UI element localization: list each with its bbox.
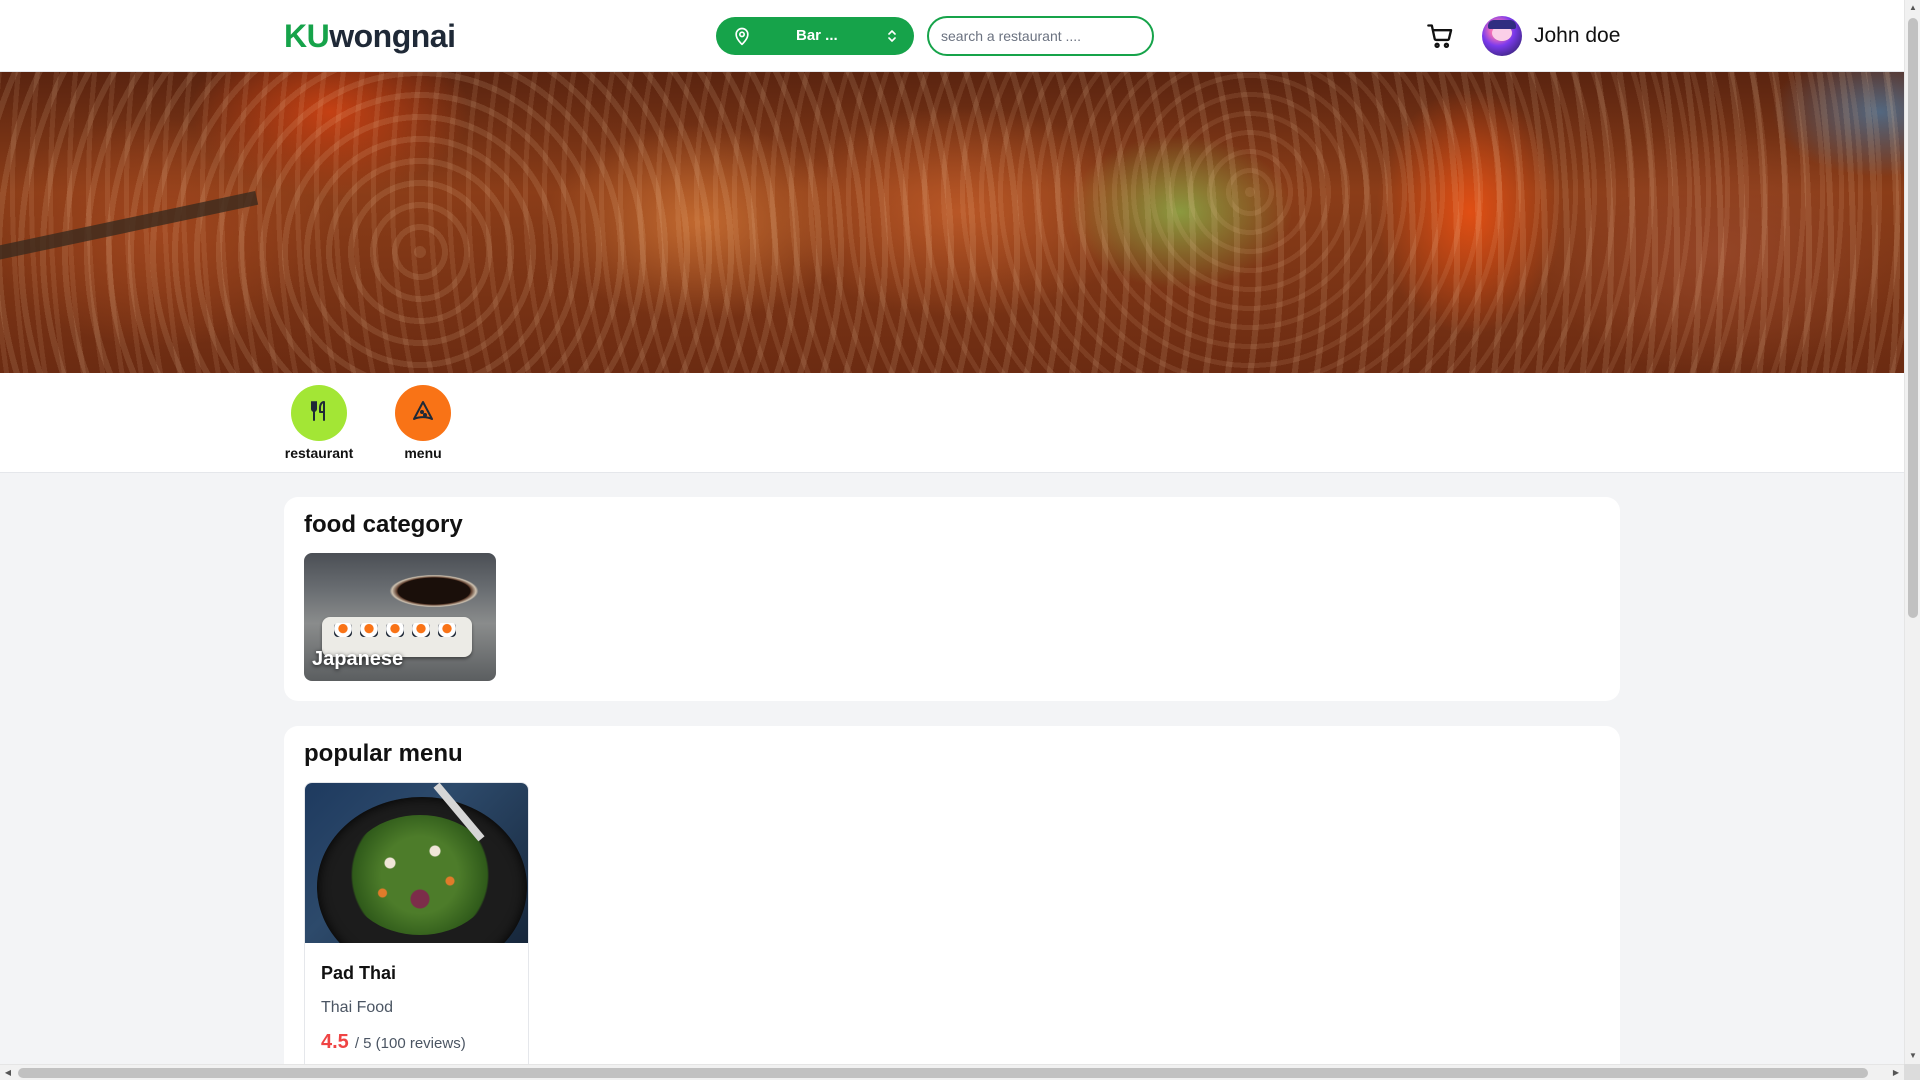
logo-accent: KU — [284, 18, 330, 54]
hero-banner — [0, 72, 1904, 373]
search-input[interactable] — [927, 16, 1154, 56]
horizontal-scrollbar[interactable]: ◀ ▶ — [0, 1064, 1904, 1080]
scrollbar-corner — [1904, 1064, 1920, 1080]
menu-type: Thai Food — [321, 999, 394, 1016]
scroll-left-icon[interactable]: ◀ — [3, 1068, 13, 1078]
scroll-down-icon[interactable]: ▼ — [1908, 1051, 1918, 1061]
logo[interactable]: KUwongnai — [284, 18, 456, 55]
section-title: food category — [304, 511, 463, 538]
category-tile-japanese[interactable]: Japanese — [304, 553, 496, 681]
category-name: Japanese — [312, 648, 404, 670]
section-title: popular menu — [304, 740, 463, 767]
category-image-sushi — [412, 623, 430, 637]
vertical-scrollbar[interactable]: ▲ ▼ — [1904, 0, 1920, 1064]
menu-name: Pad Thai — [321, 963, 397, 983]
vertical-scroll-thumb[interactable] — [1908, 18, 1918, 618]
shortcut-restaurant[interactable]: restaurant — [279, 385, 359, 461]
horizontal-scroll-thumb[interactable] — [18, 1068, 1868, 1078]
rating-score: 4.5 — [321, 1031, 349, 1053]
cart-icon[interactable] — [1426, 22, 1454, 50]
top-navbar: KUwongnai Bar ... John doe — [0, 0, 1904, 72]
shortcut-menu[interactable]: menu — [383, 385, 463, 461]
shortcut-restaurant-circle — [291, 385, 347, 441]
location-pin-icon — [732, 26, 752, 50]
location-select[interactable]: Bar ... — [716, 17, 914, 55]
scroll-up-icon[interactable]: ▲ — [1908, 3, 1918, 13]
hero-texture — [0, 72, 1904, 373]
chevron-updown-icon — [886, 28, 898, 48]
menu-card[interactable]: Pad Thai Thai Food 4.5 / 5 (100 reviews) — [304, 782, 529, 1080]
category-image-sushi — [386, 623, 404, 637]
category-image-sushi — [438, 623, 456, 637]
scroll-right-icon[interactable]: ▶ — [1891, 1068, 1901, 1078]
pizza-slice-icon — [411, 399, 435, 428]
rating-suffix: / 5 (100 reviews) — [354, 1035, 466, 1052]
shortcut-menu-circle — [395, 385, 451, 441]
avatar[interactable] — [1482, 16, 1522, 56]
logo-text: wongnai — [329, 18, 456, 54]
food-category-section: food category Japanese — [284, 497, 1620, 701]
shortcut-bar: restaurant menu — [0, 373, 1904, 473]
menu-rating: 4.5 / 5 (100 reviews) — [321, 1031, 466, 1054]
fork-knife-icon — [307, 399, 331, 428]
shortcut-label: menu — [404, 445, 442, 461]
user-name[interactable]: John doe — [1534, 24, 1620, 48]
shortcut-label: restaurant — [284, 445, 354, 461]
menu-image — [305, 783, 528, 943]
location-value: Bar ... — [796, 27, 838, 44]
popular-menu-section: popular menu Pad Thai Thai Food 4.5 / 5 (… — [284, 726, 1620, 1080]
category-image-sushi — [334, 623, 352, 637]
category-image-sushi — [360, 623, 378, 637]
avatar-hat — [1488, 20, 1516, 29]
